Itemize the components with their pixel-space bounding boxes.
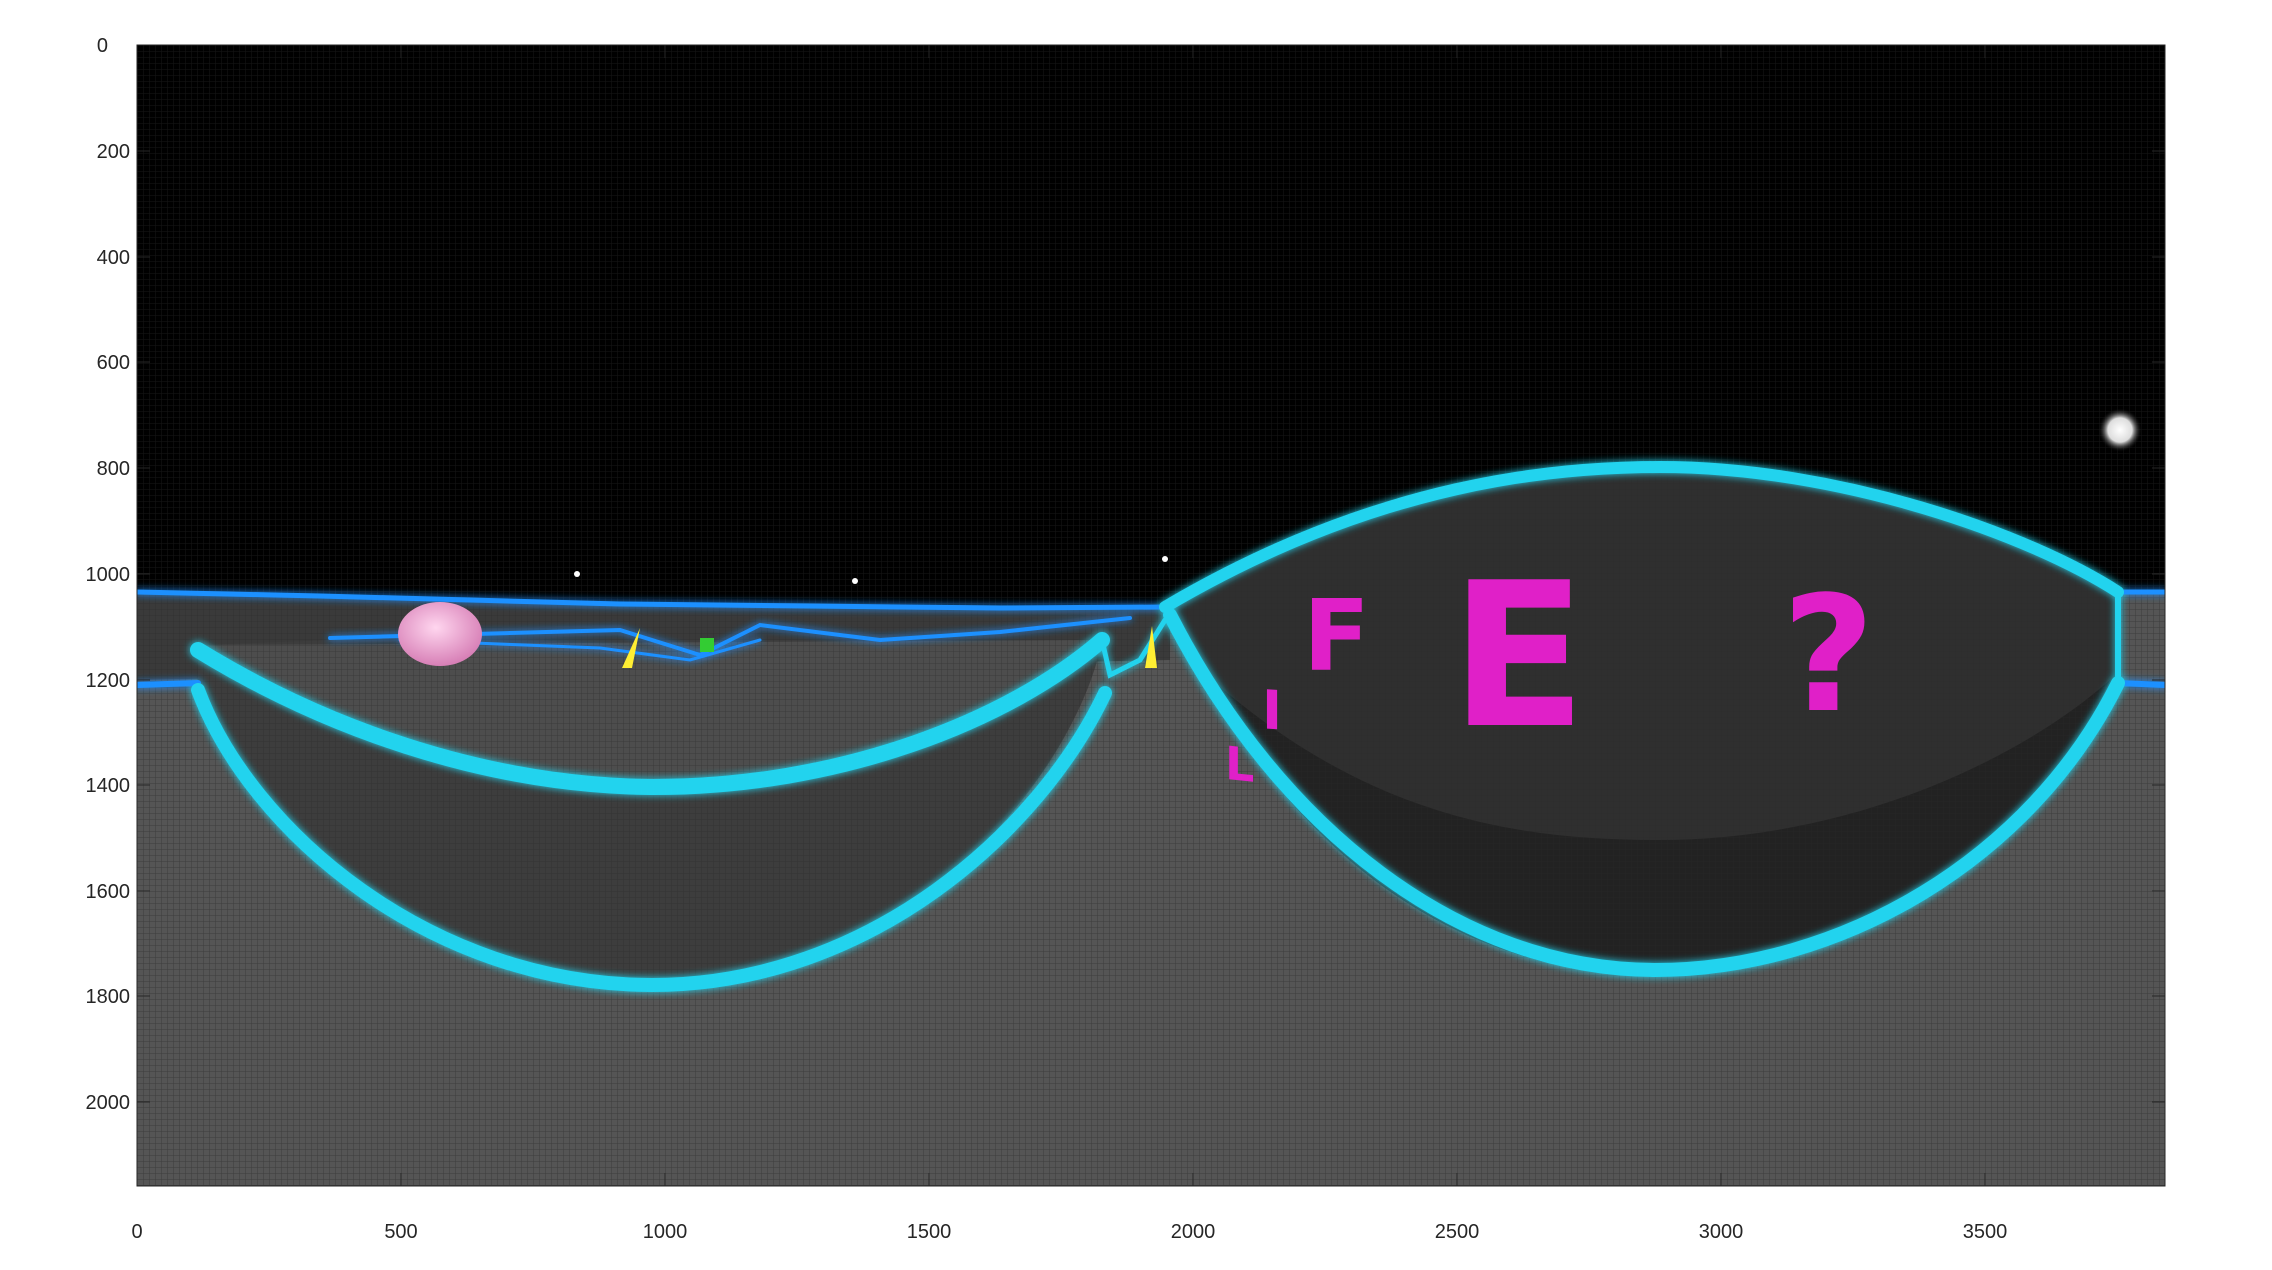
y-tick-label: 400 [97, 247, 130, 269]
y-tick-label: 1400 [86, 775, 131, 797]
y-tick-label: 2000 [86, 1092, 131, 1114]
figure: L I F E ? 0 500 1000 1500 2000 2500 3000… [86, 35, 2166, 1243]
lower-rail-right [2115, 680, 2165, 688]
x-tick-label: 3000 [1699, 1221, 1744, 1243]
scene-letter-l: L [1225, 736, 1254, 793]
x-tick-label: 2500 [1435, 1221, 1480, 1243]
scene-letter-i: I [1262, 678, 1282, 742]
panorama-image: L I F E ? [137, 45, 2165, 1186]
x-tick-label: 500 [384, 1221, 417, 1243]
y-tick-label: 1600 [86, 881, 131, 903]
x-tick-label: 3500 [1963, 1221, 2008, 1243]
scene-letter-e: E [1450, 540, 1587, 773]
pink-ball [398, 602, 482, 666]
x-tick-label: 1500 [907, 1221, 952, 1243]
y-tick-label: 1000 [86, 564, 131, 586]
scene-letter-question: ? [1782, 561, 1875, 748]
light-3 [1162, 556, 1168, 562]
y-tick-label: 800 [97, 458, 130, 480]
y-tick-label: 600 [97, 352, 130, 374]
light-2 [852, 578, 858, 584]
y-tick-label: 1200 [86, 670, 131, 692]
x-tick-label: 2000 [1171, 1221, 1216, 1243]
y-tick-label: 0 [97, 35, 108, 57]
y-tick-label: 1800 [86, 986, 131, 1008]
scene-letter-f: F [1303, 580, 1370, 694]
moon [2098, 408, 2142, 452]
light-1 [574, 571, 580, 577]
x-tick-label: 0 [131, 1221, 142, 1243]
x-tick-label: 1000 [643, 1221, 688, 1243]
green-marker [700, 638, 714, 652]
lower-rail-left [137, 680, 201, 688]
y-tick-label: 200 [97, 141, 130, 163]
